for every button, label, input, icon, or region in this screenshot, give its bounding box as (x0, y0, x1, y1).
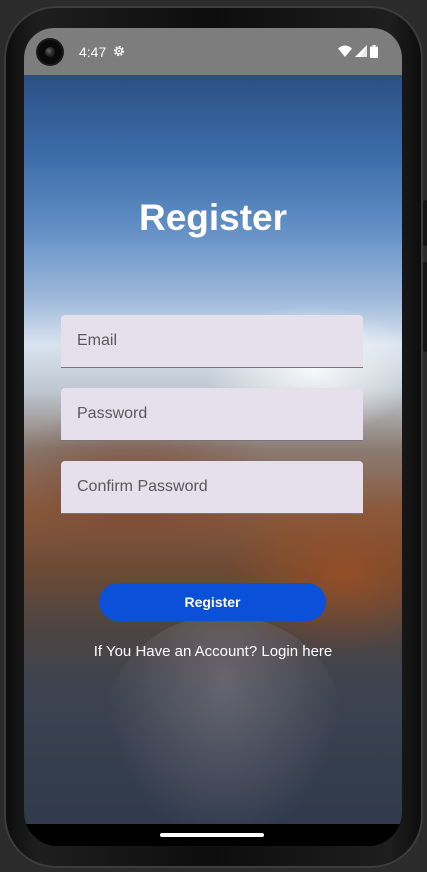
settings-gear-icon (113, 45, 125, 57)
battery-icon (370, 44, 378, 58)
front-camera (38, 40, 62, 64)
volume-button (423, 200, 427, 246)
power-button (423, 262, 427, 352)
confirm-password-field[interactable] (61, 461, 363, 514)
page-title: Register (138, 197, 288, 238)
register-screen: Register Register If You Have an Account… (24, 75, 402, 845)
screen: 4:47 Register Email Register If You Have… (24, 28, 402, 846)
status-icons (338, 44, 378, 58)
device: 4:47 Register Email Register If You Have… (0, 0, 427, 872)
navigation-bar (24, 824, 402, 846)
email-field[interactable] (61, 315, 363, 368)
status-bar: 4:47 (24, 28, 402, 75)
cellular-signal-icon (355, 45, 367, 57)
register-button[interactable]: Register (99, 583, 326, 621)
password-field[interactable] (61, 388, 363, 441)
status-time: 4:47 (79, 44, 107, 60)
home-gesture-handle[interactable] (160, 833, 264, 837)
login-link[interactable]: If You Have an Account? Login here (24, 643, 402, 660)
wifi-icon (338, 45, 352, 57)
